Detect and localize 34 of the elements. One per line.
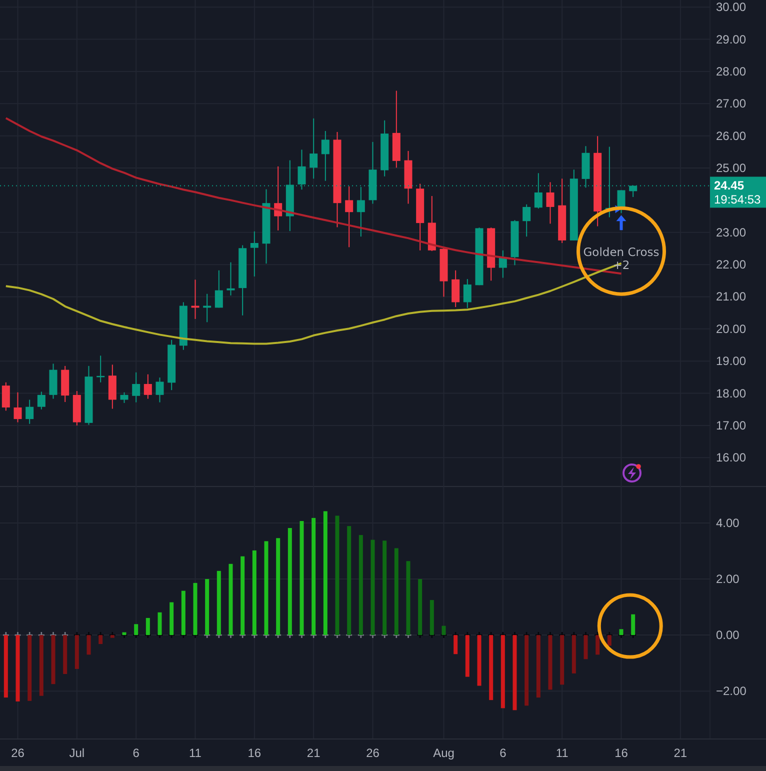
axis-label: 4.00 <box>716 516 740 530</box>
axis-label: 6 <box>500 746 506 760</box>
countdown-timer: 19:54:53 <box>714 192 761 207</box>
axis-label: 2.00 <box>716 572 740 586</box>
axis-label: 25.00 <box>716 161 746 175</box>
axis-label: 11 <box>556 746 568 760</box>
axis-label: 26 <box>11 746 24 760</box>
axis-label: Jul <box>69 746 85 760</box>
axis-label: 27.00 <box>716 96 746 111</box>
axis-label: 23.00 <box>716 225 746 240</box>
signal-label: Golden Cross <box>583 245 660 260</box>
axis-label: 28.00 <box>716 64 746 78</box>
last-price: 24.45 <box>714 178 744 193</box>
axis-label: 16.00 <box>716 450 746 465</box>
axis-label: 26 <box>366 746 380 760</box>
axis-label: 19.00 <box>716 354 746 368</box>
signal-count: +2 <box>612 258 630 272</box>
axis-label: 20.00 <box>716 322 746 336</box>
axis-label: 21 <box>306 746 320 760</box>
axis-label: 30.00 <box>716 0 746 14</box>
axis-label: 26.00 <box>716 128 746 143</box>
axis-label: 16 <box>614 746 628 760</box>
axis-label: 21.00 <box>716 290 746 304</box>
axis-label: 22.00 <box>716 258 746 272</box>
axis-label: 18.00 <box>716 386 746 400</box>
axis-label: 21 <box>674 746 688 760</box>
axis-label: 17.00 <box>716 418 746 432</box>
axis-label: 11 <box>189 746 202 760</box>
axis-label: Aug <box>433 746 454 760</box>
axis-label: 6 <box>132 746 140 760</box>
axis-label: 0.00 <box>716 628 740 642</box>
axis-label: −2.00 <box>716 684 746 698</box>
axis-label: 29.00 <box>716 32 746 46</box>
axis-label: 16 <box>248 746 262 760</box>
